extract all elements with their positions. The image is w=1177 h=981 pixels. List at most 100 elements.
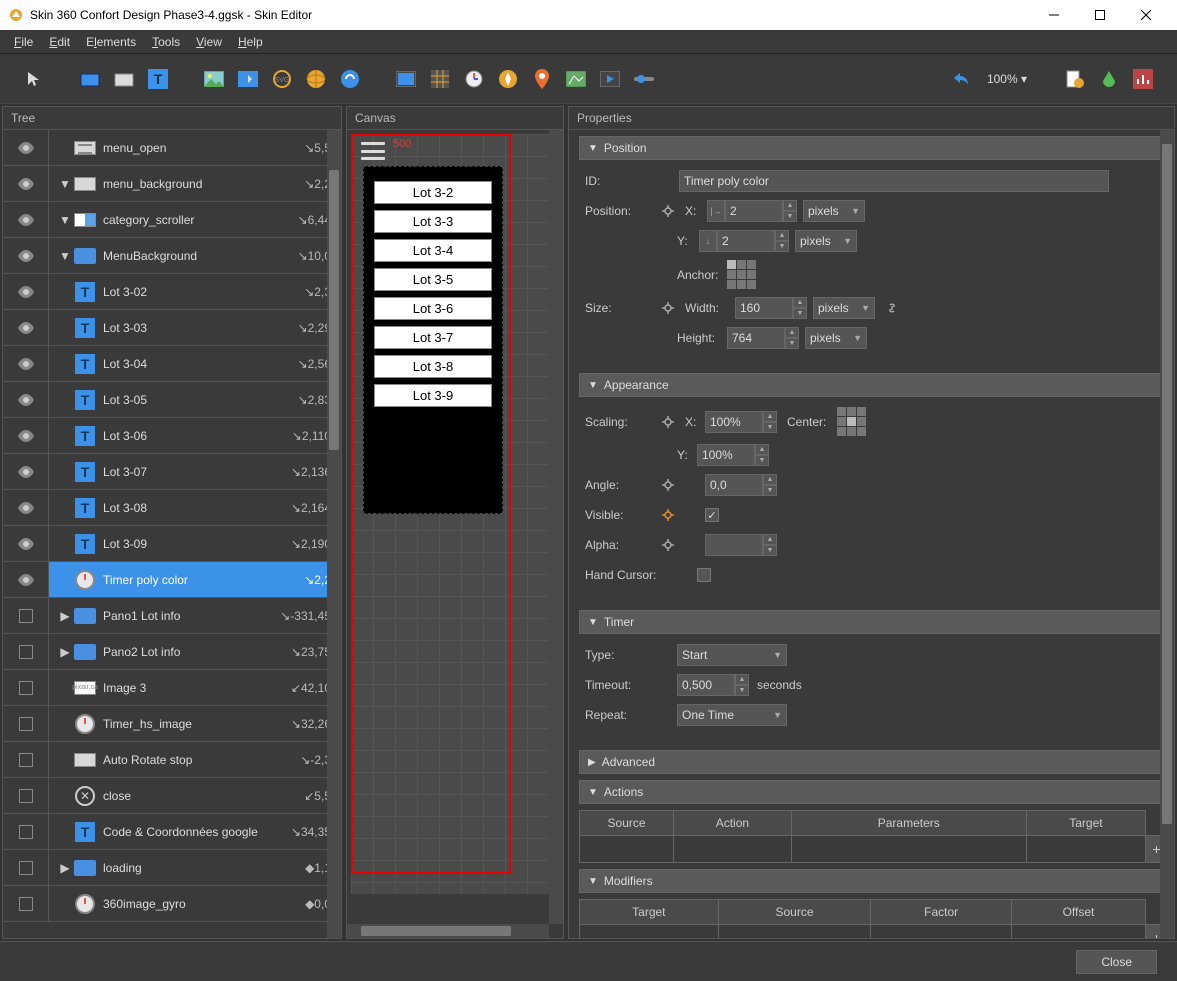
tool-timer[interactable]	[460, 65, 488, 93]
minimize-button[interactable]	[1031, 0, 1077, 30]
menu-view[interactable]: View	[188, 32, 230, 52]
tool-container[interactable]	[76, 65, 104, 93]
tree-expander[interactable]: ▶	[57, 861, 73, 875]
tree-item[interactable]: TCode & Coordonnées google↘34,35	[49, 814, 341, 849]
tree-item[interactable]: ▼category_scroller↘6,44	[49, 202, 341, 237]
visibility-toggle[interactable]	[3, 886, 49, 922]
scaling-link-icon[interactable]	[659, 413, 677, 431]
menu-elements[interactable]: Elements	[78, 32, 144, 52]
visible-checkbox[interactable]	[705, 508, 719, 522]
menu-tools[interactable]: Tools	[144, 32, 188, 52]
visibility-toggle[interactable]	[3, 670, 49, 706]
angle-spinner[interactable]: ▲▼	[763, 474, 777, 496]
tree-item[interactable]: Timer_hs_image↘32,26	[49, 706, 341, 741]
menu-edit[interactable]: Edit	[41, 32, 78, 52]
visibility-toggle[interactable]	[3, 454, 49, 490]
x-align-icon[interactable]: |→	[707, 200, 725, 222]
tool-text[interactable]: T	[144, 65, 172, 93]
canvas-lot-item[interactable]: Lot 3-9	[374, 384, 492, 407]
tree-expander[interactable]: ▼	[57, 177, 73, 191]
timer-repeat-select[interactable]: One Time▼	[677, 704, 787, 726]
scale-y-spinner[interactable]: ▲▼	[755, 444, 769, 466]
height-unit-select[interactable]: pixels▼	[805, 327, 867, 349]
canvas-h-scrollbar[interactable]	[347, 924, 549, 938]
canvas-lot-item[interactable]: Lot 3-2	[374, 181, 492, 204]
section-appearance-header[interactable]: ▼Appearance	[579, 373, 1168, 397]
section-actions-header[interactable]: ▼Actions	[579, 780, 1168, 804]
visibility-toggle[interactable]	[3, 814, 49, 850]
y-input[interactable]	[717, 230, 775, 252]
tree-item[interactable]: ▶Pano1 Lot info↘-331,45	[49, 598, 341, 633]
width-input[interactable]	[735, 297, 793, 319]
tool-settings[interactable]	[1129, 65, 1157, 93]
tool-select[interactable]	[20, 65, 48, 93]
tree-expander[interactable]: ▶	[57, 609, 73, 623]
y-spinner[interactable]: ▲▼	[775, 230, 789, 252]
tool-button[interactable]	[234, 65, 262, 93]
timer-timeout-input[interactable]	[677, 674, 735, 696]
chain-icon[interactable]	[883, 299, 901, 317]
position-link-icon[interactable]	[659, 202, 677, 220]
actions-empty-row[interactable]: +	[580, 836, 1168, 863]
tree-item[interactable]: 360image_gyro◆0,0	[49, 886, 341, 921]
tree-item[interactable]: TLot 3-07↘2,136	[49, 454, 341, 489]
visibility-toggle[interactable]	[3, 562, 49, 598]
modifiers-empty-row[interactable]: +	[580, 925, 1168, 939]
tree-item[interactable]: TLot 3-06↘2,110	[49, 418, 341, 453]
tool-image[interactable]	[200, 65, 228, 93]
canvas-lot-item[interactable]: Lot 3-4	[374, 239, 492, 262]
tree-item[interactable]: TLot 3-05↘2,83	[49, 382, 341, 417]
scale-y-input[interactable]	[697, 444, 755, 466]
timer-type-select[interactable]: Start▼	[677, 644, 787, 666]
tree-expander[interactable]: ▶	[57, 645, 73, 659]
visibility-toggle[interactable]	[3, 598, 49, 634]
tool-compass[interactable]	[494, 65, 522, 93]
tool-map[interactable]	[562, 65, 590, 93]
scale-x-input[interactable]	[705, 411, 763, 433]
tool-marker[interactable]	[528, 65, 556, 93]
section-modifiers-header[interactable]: ▼Modifiers	[579, 869, 1168, 893]
tree-item[interactable]: TLot 3-03↘2,29	[49, 310, 341, 345]
x-unit-select[interactable]: pixels▼	[803, 200, 865, 222]
tool-grid[interactable]	[426, 65, 454, 93]
maximize-button[interactable]	[1077, 0, 1123, 30]
zoom-select[interactable]: 100% ▾	[981, 70, 1033, 88]
canvas-lot-item[interactable]: Lot 3-7	[374, 326, 492, 349]
tool-nodeimage[interactable]	[302, 65, 330, 93]
angle-link-icon[interactable]	[659, 476, 677, 494]
id-input[interactable]	[679, 170, 1109, 192]
width-spinner[interactable]: ▲▼	[793, 297, 807, 319]
alpha-input[interactable]	[705, 534, 763, 556]
tool-seekbar[interactable]	[336, 65, 364, 93]
y-unit-select[interactable]: pixels▼	[795, 230, 857, 252]
height-spinner[interactable]: ▲▼	[785, 327, 799, 349]
x-spinner[interactable]: ▲▼	[783, 200, 797, 222]
tree-scrollbar[interactable]	[327, 130, 341, 938]
visibility-toggle[interactable]	[3, 742, 49, 778]
tree-item[interactable]: TLot 3-09↘2,190	[49, 526, 341, 561]
visibility-toggle[interactable]	[3, 310, 49, 346]
tree-item[interactable]: TLot 3-04↘2,56	[49, 346, 341, 381]
visible-link-icon[interactable]	[659, 506, 677, 524]
menu-help[interactable]: Help	[230, 32, 271, 52]
canvas-lot-item[interactable]: Lot 3-3	[374, 210, 492, 233]
canvas-lot-item[interactable]: Lot 3-5	[374, 268, 492, 291]
tool-media[interactable]	[596, 65, 624, 93]
visibility-toggle[interactable]	[3, 130, 49, 166]
menu-file[interactable]: File	[6, 32, 41, 52]
visibility-toggle[interactable]	[3, 202, 49, 238]
tree-item[interactable]: ▼MenuBackground↘10,0	[49, 238, 341, 273]
alpha-spinner[interactable]: ▲▼	[763, 534, 777, 556]
anchor-grid[interactable]	[727, 260, 756, 289]
visibility-toggle[interactable]	[3, 346, 49, 382]
section-position-header[interactable]: ▼Position	[579, 136, 1168, 160]
tool-slider[interactable]	[630, 65, 658, 93]
canvas-area[interactable]: 500 Lot 3-2Lot 3-3Lot 3-4Lot 3-5Lot 3-6L…	[351, 134, 559, 894]
y-align-icon[interactable]: ↓	[699, 230, 717, 252]
section-timer-header[interactable]: ▼Timer	[579, 610, 1168, 634]
timer-timeout-spinner[interactable]: ▲▼	[735, 674, 749, 696]
canvas-lot-item[interactable]: Lot 3-8	[374, 355, 492, 378]
tree-item[interactable]: ▶Pano2 Lot info↘23,75	[49, 634, 341, 669]
visibility-toggle[interactable]	[3, 706, 49, 742]
section-advanced-header[interactable]: ▶Advanced	[579, 750, 1168, 774]
